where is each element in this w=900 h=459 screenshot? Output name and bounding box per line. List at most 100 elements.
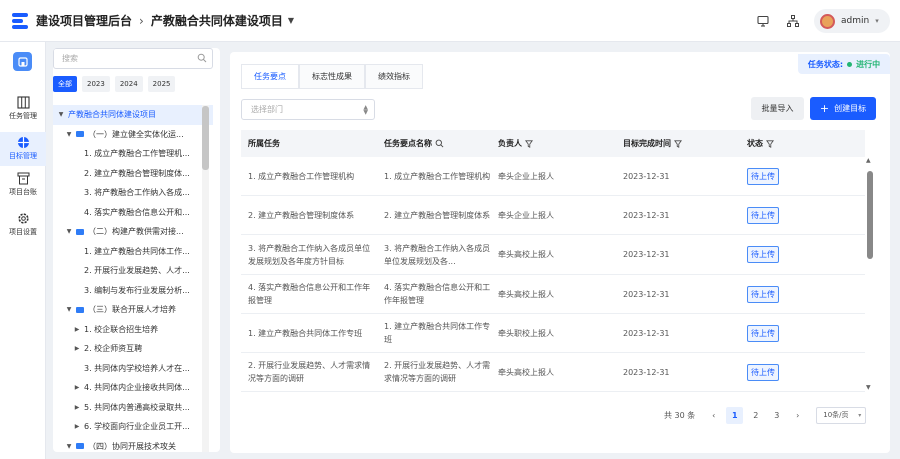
org-chart-icon[interactable]	[783, 11, 803, 31]
filter-icon[interactable]	[525, 139, 533, 148]
project-switcher[interactable]: 产教融合共同体建设项目	[151, 12, 283, 29]
tree-node-label: 2. 开展行业发展趋势、人才...	[84, 266, 190, 276]
cell-task-point: 1. 建立产教融合共同体工作专班	[384, 314, 492, 353]
page-button[interactable]: 1	[726, 406, 744, 424]
cell-owner: 牵头职校上报人	[498, 314, 616, 353]
tree-node[interactable]: ▼ （二）构建产教供需对接...	[53, 222, 213, 242]
tab-milestone-results[interactable]: 标志性成果	[299, 64, 365, 88]
cell-due-date-text: 2023-12-31	[623, 328, 670, 338]
tree-node[interactable]: ▼ （四）协同开展技术攻关	[53, 437, 213, 453]
columns-icon	[16, 96, 30, 109]
nav-item-target-management[interactable]: 目标管理	[0, 132, 46, 166]
tree-node[interactable]: 2. 建立产教融合管理制度体...	[53, 164, 213, 184]
caret-right-icon[interactable]: ▶	[73, 384, 81, 391]
status-tag[interactable]: 待上传	[747, 324, 779, 342]
tree-node[interactable]: ▶ 1. 校企联合招生培养	[53, 320, 213, 340]
table-row[interactable]: 3. 将产教融合工作纳入各成员单位发展规划及各年度方针目标 3. 将产教融合工作纳…	[241, 235, 865, 275]
caret-right-icon[interactable]: ▶	[73, 326, 81, 333]
tree-node-label: （四）协同开展技术攻关	[88, 441, 176, 451]
page-size-select[interactable]: 10条/页 ▾	[816, 406, 867, 424]
department-select[interactable]: 选择部门 ▲ ▼	[241, 99, 375, 120]
tree-node[interactable]: ▼ （三）联合开展人才培养	[53, 300, 213, 320]
tree-node[interactable]: 3. 将产教融合工作纳入各成...	[53, 183, 213, 203]
table-row[interactable]: 4. 落实产教融合信息公开和工作年报管理 4. 落实产教融合信息公开和工作年报管理…	[241, 275, 865, 314]
status-tag[interactable]: 待上传	[747, 207, 779, 225]
tree-node[interactable]: ▶ 6. 学校面向行业企业员工开...	[53, 417, 213, 437]
search-icon[interactable]	[197, 53, 207, 65]
nav-item-project-ledger[interactable]: 项目台账	[0, 172, 46, 206]
caret-down-icon[interactable]: ▼	[65, 228, 73, 235]
page-button[interactable]: 2	[747, 407, 764, 424]
page-button[interactable]: 3	[768, 407, 785, 424]
status-label: 任务状态:	[807, 59, 844, 69]
year-filter-button[interactable]: 2024	[114, 76, 143, 92]
monitor-icon[interactable]	[753, 11, 773, 31]
tree-node-label: 5. 共同体内普通高校录取共...	[84, 402, 190, 412]
caret-right-icon[interactable]: ▶	[73, 404, 81, 411]
tree-node[interactable]: 2. 开展行业发展趋势、人才...	[53, 261, 213, 281]
prev-page-icon[interactable]: ‹	[705, 407, 722, 424]
nav-item-project-settings[interactable]: 项目设置	[0, 212, 46, 246]
table-row[interactable]: 1. 建立产教融合共同体工作专班 1. 建立产教融合共同体工作专班 牵头职校上报人 2…	[241, 314, 865, 353]
caret-down-icon[interactable]: ▼	[65, 131, 73, 138]
tab-task-points[interactable]: 任务要点	[241, 64, 299, 88]
caret-down-icon[interactable]: ▼	[65, 443, 73, 450]
status-tag[interactable]: 待上传	[747, 363, 779, 381]
tree-node[interactable]: 4. 落实产教融合信息公开和...	[53, 203, 213, 223]
avatar	[820, 13, 835, 29]
caret-right-icon[interactable]: ▶	[73, 345, 81, 352]
cell-due-date: 2023-12-31	[623, 314, 741, 353]
tree-node-label: 1. 成立产教融合工作管理机...	[84, 149, 190, 159]
cell-due-date-text: 2023-12-31	[623, 367, 670, 377]
user-menu[interactable]: admin ▾	[814, 9, 890, 33]
tree-node[interactable]: 3. 共同体内学校培养人才在...	[53, 359, 213, 379]
home-button[interactable]	[13, 52, 32, 71]
tree-scrollbar[interactable]	[202, 105, 209, 452]
tree-node[interactable]: ▶ 4. 共同体内企业接收共同体...	[53, 378, 213, 398]
table-row[interactable]: 1. 成立产教融合工作管理机构 1. 成立产教融合工作管理机构 牵头企业上报人 202…	[241, 157, 865, 197]
next-page-icon[interactable]: ›	[789, 407, 806, 424]
caret-down-icon[interactable]: ▼	[288, 16, 294, 25]
status-tag[interactable]: 待上传	[747, 246, 779, 264]
filter-icon[interactable]	[766, 139, 774, 148]
create-target-button[interactable]: + 创建目标	[810, 97, 876, 120]
year-filter-button[interactable]: 2025	[147, 76, 176, 92]
caret-right-icon[interactable]: ▶	[73, 423, 81, 430]
cell-task-point-text: 1. 成立产教融合工作管理机构	[384, 172, 491, 181]
tab-performance-indicators[interactable]: 绩效指标	[365, 64, 423, 88]
scroll-up-icon[interactable]: ▲	[866, 157, 871, 164]
tree-node[interactable]: 1. 成立产教融合工作管理机...	[53, 144, 213, 164]
search-icon[interactable]	[435, 139, 444, 148]
target-icon	[17, 137, 29, 148]
department-placeholder: 选择部门	[251, 105, 283, 114]
year-filter-button[interactable]: 2023	[82, 76, 110, 92]
tree-node-label: （三）联合开展人才培养	[88, 305, 176, 315]
year-filter-button[interactable]: 全部	[53, 76, 77, 92]
cell-due-date-text: 2023-12-31	[623, 289, 670, 299]
status-tag[interactable]: 待上传	[747, 168, 779, 185]
table-row[interactable]: 2. 建立产教融合管理制度体系 2. 建立产教融合管理制度体系 牵头企业上报人 202…	[241, 196, 865, 236]
tab-bar: 任务要点 标志性成果 绩效指标	[241, 64, 423, 89]
caret-down-icon[interactable]: ▼	[65, 306, 73, 313]
tree-node[interactable]: 3. 编制与发布行业发展分析...	[53, 281, 213, 301]
tree-node-label: 2. 建立产教融合管理制度体...	[84, 168, 190, 178]
filter-icon[interactable]	[674, 139, 682, 148]
batch-import-button[interactable]: 批量导入	[751, 97, 804, 120]
table-row[interactable]: 2. 开展行业发展趋势、人才需求情况等方面的调研 2. 开展行业发展趋势、人才需求…	[241, 353, 865, 393]
tree-node[interactable]: ▼ 产教融合共同体建设项目	[53, 105, 213, 125]
tree-node[interactable]: 1. 建立产教融合共同体工作...	[53, 242, 213, 262]
tree-node[interactable]: ▼ （一）建立健全实体化运...	[53, 125, 213, 145]
cell-task-point: 3. 将产教融合工作纳入各成员单位发展规划及各...	[384, 235, 492, 274]
table-scrollbar[interactable]: ▲ ▼	[866, 157, 874, 391]
tree-search-input[interactable]: 搜索	[53, 48, 213, 69]
tree-node[interactable]: ▶ 5. 共同体内普通高校录取共...	[53, 398, 213, 418]
chevron-down-icon: ▾	[858, 411, 862, 419]
status-tag[interactable]: 待上传	[747, 285, 779, 303]
tree-node-label: 产教融合共同体建设项目	[68, 110, 156, 120]
cell-task-text: 1. 建立产教融合共同体工作专班	[248, 328, 363, 338]
tree-node[interactable]: ▶ 2. 校企师资互聘	[53, 339, 213, 359]
scrollbar-thumb[interactable]	[867, 171, 873, 259]
caret-down-icon[interactable]: ▼	[57, 111, 65, 118]
nav-item-task-management[interactable]: 任务管理	[0, 96, 46, 130]
scroll-down-icon[interactable]: ▼	[866, 384, 871, 391]
